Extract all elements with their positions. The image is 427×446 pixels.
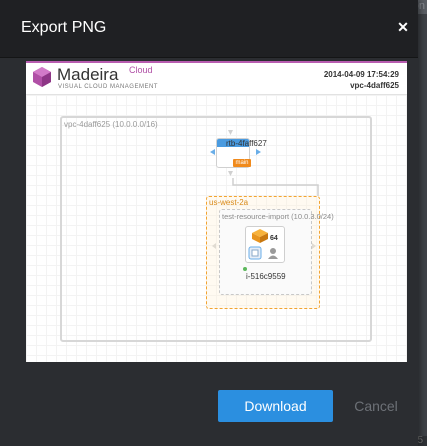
dialog-header: Export PNG ✕ — [0, 0, 418, 58]
instance-node — [245, 226, 285, 263]
instance-cube-icon — [252, 229, 268, 243]
export-png-dialog: Export PNG ✕ Madeira Cloud VISUAL CLOUD … — [0, 0, 418, 446]
instance-count: 64 — [270, 235, 278, 242]
rtb-bottom-port-icon — [228, 171, 233, 176]
download-button[interactable]: Download — [218, 390, 333, 422]
instance-name: i-516c9559 — [246, 272, 286, 281]
availability-zone-label: us-west-2a — [209, 198, 249, 207]
rtb-left-port-icon — [210, 149, 215, 155]
dialog-footer: Download Cancel — [0, 366, 418, 446]
rtb-top-port-icon — [228, 130, 233, 135]
png-preview: Madeira Cloud VISUAL CLOUD MANAGEMENT 20… — [26, 61, 407, 362]
subnet-label: test-resource-import (10.0.3.0/24) — [222, 212, 334, 221]
volume-icon — [248, 246, 262, 260]
route-table-main-badge: main — [233, 159, 251, 167]
instance-status-dot — [243, 267, 247, 271]
connector-line — [232, 178, 319, 196]
user-icon — [268, 248, 278, 259]
cancel-button[interactable]: Cancel — [345, 390, 407, 422]
dialog-title: Export PNG — [21, 19, 107, 36]
close-icon[interactable]: ✕ — [393, 17, 413, 37]
rtb-right-port-icon — [256, 149, 261, 155]
route-table-label: rtb-4faff627 — [226, 139, 267, 148]
